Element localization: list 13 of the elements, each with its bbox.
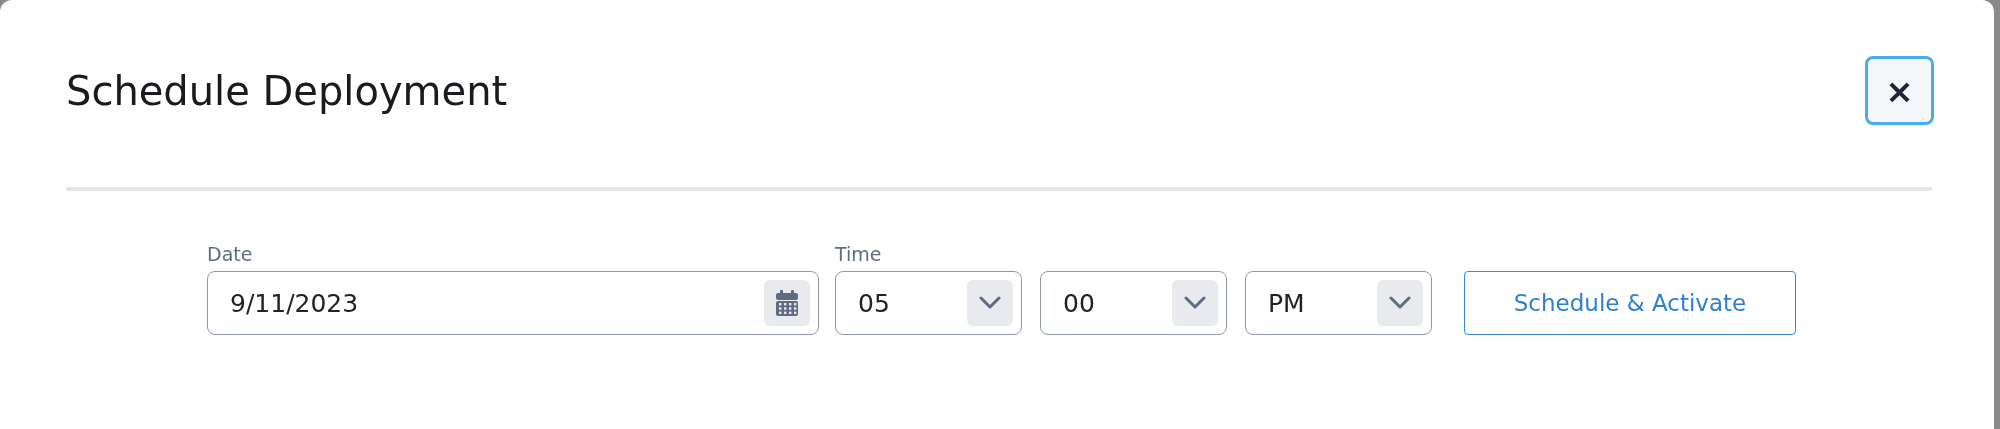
date-field[interactable]: 9/11/2023: [207, 271, 819, 335]
chevron-down-icon[interactable]: [1377, 280, 1423, 326]
time-select[interactable]: 05: [835, 271, 1022, 335]
calendar-icon[interactable]: [764, 280, 810, 326]
chevron-down-icon[interactable]: [967, 280, 1013, 326]
time-select[interactable]: PM: [1245, 271, 1432, 335]
field-label: Time: [835, 243, 883, 265]
field-label: Date: [207, 243, 254, 265]
schedule-activate-button[interactable]: Schedule & Activate: [1464, 271, 1796, 335]
time-select[interactable]: 00: [1040, 271, 1227, 335]
chevron-down-icon[interactable]: [1172, 280, 1218, 326]
close-button[interactable]: ×: [1865, 56, 1934, 125]
dialog-title: Schedule Deployment: [66, 67, 508, 114]
